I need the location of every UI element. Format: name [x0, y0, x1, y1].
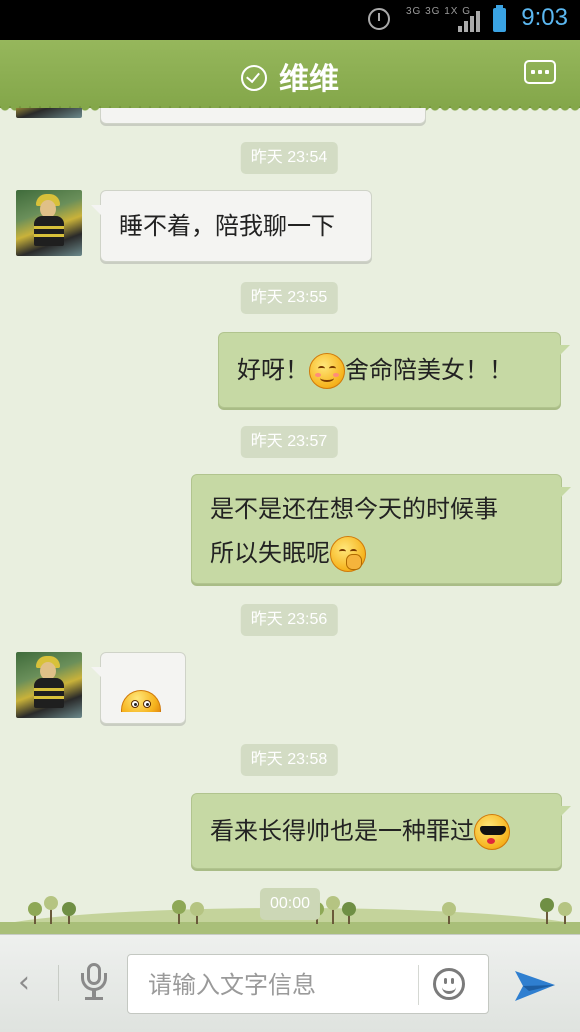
contact-avatar[interactable]	[16, 108, 82, 118]
chat-header: 维维	[0, 40, 580, 114]
peeking-face-emoji	[121, 690, 161, 712]
tree-icon	[28, 902, 42, 924]
divider	[58, 965, 59, 1001]
message-input[interactable]	[146, 965, 410, 1005]
divider	[418, 965, 419, 1005]
tree-icon	[190, 902, 204, 924]
microphone-icon[interactable]	[81, 963, 107, 1003]
message-bubble-incoming[interactable]: 睡不着，陪我聊一下	[91, 190, 372, 262]
tree-icon	[558, 902, 572, 924]
tree-icon	[44, 896, 58, 924]
signal-icon	[458, 10, 484, 32]
blushing-smile-emoji	[309, 353, 345, 389]
tree-icon	[326, 896, 340, 924]
status-clock: 9:03	[521, 4, 568, 31]
tree-icon	[172, 900, 186, 924]
message-text: 舍命陪美女！！	[345, 356, 513, 384]
chevron-left-icon[interactable]: ‹	[18, 965, 30, 1000]
message-list[interactable]: 昨天 23:54 睡不着，陪我聊一下 昨天 23:55 好呀！ 舍命陪美女！！ 昨…	[0, 108, 580, 934]
chat-title-wrap: 维维	[0, 54, 580, 98]
timestamp: 昨天 23:56	[240, 604, 338, 636]
chat-title: 维维	[279, 62, 339, 97]
check-circle-icon	[241, 64, 267, 91]
contact-avatar[interactable]	[16, 652, 82, 718]
message-bubble-outgoing[interactable]: 好呀！ 舍命陪美女！！	[218, 332, 570, 408]
message-text: 好呀！	[237, 356, 309, 384]
message-bubble-outgoing[interactable]: 是不是还在想今天的时候事 所以失眠呢	[191, 474, 571, 584]
timestamp: 00:00	[259, 888, 321, 920]
smiley-icon[interactable]	[433, 968, 465, 1000]
message-input-box[interactable]	[127, 954, 489, 1014]
message-bubble-incoming[interactable]	[91, 652, 186, 724]
status-bar: 3G 3G 1X G 9:03	[0, 0, 580, 40]
message-bubble-partial[interactable]	[100, 108, 426, 124]
input-bar: ‹	[0, 934, 580, 1032]
tree-icon	[62, 902, 76, 924]
more-dots-icon[interactable]	[524, 60, 556, 84]
timestamp: 昨天 23:58	[240, 744, 338, 776]
battery-icon	[493, 5, 506, 32]
decorative-landscape: 00:00	[0, 884, 580, 934]
message-text: 所以失眠呢	[210, 539, 330, 567]
contact-avatar[interactable]	[16, 190, 82, 256]
cool-sunglasses-emoji	[474, 814, 510, 850]
tree-icon	[540, 898, 554, 924]
timestamp: 昨天 23:55	[240, 282, 338, 314]
tree-icon	[442, 902, 456, 924]
timestamp: 昨天 23:54	[240, 142, 338, 174]
message-text: 是不是还在想今天的时候事	[210, 495, 498, 523]
timestamp: 昨天 23:57	[240, 426, 338, 458]
message-text: 看来长得帅也是一种罪过	[210, 817, 474, 845]
send-paper-plane-icon[interactable]	[513, 965, 557, 1005]
alarm-icon	[368, 8, 390, 30]
message-bubble-outgoing[interactable]: 看来长得帅也是一种罪过	[191, 793, 571, 869]
tree-icon	[342, 902, 356, 924]
thinking-emoji	[330, 536, 366, 572]
